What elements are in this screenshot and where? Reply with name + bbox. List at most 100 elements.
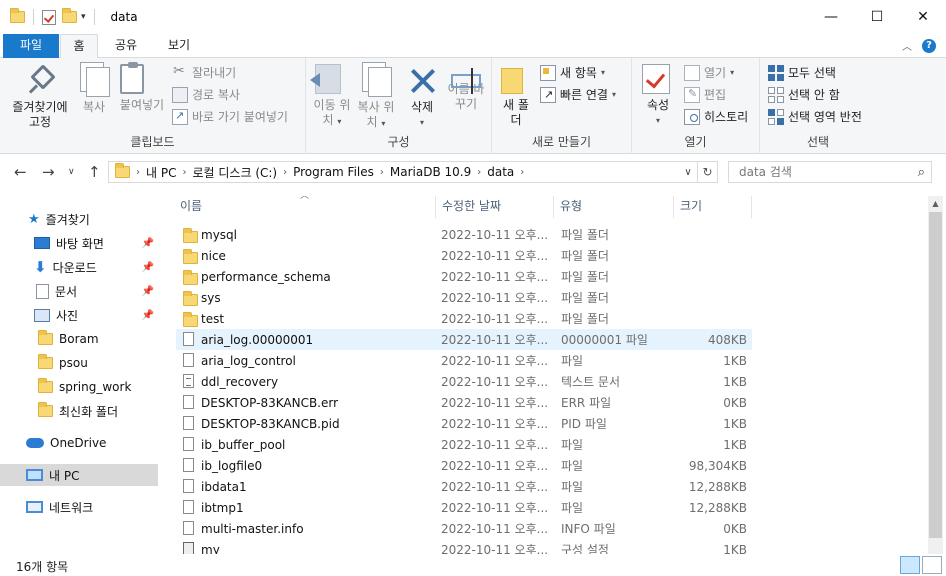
edit-button[interactable]: 편집 (684, 86, 726, 103)
tab-view[interactable]: 보기 (158, 34, 200, 58)
table-row[interactable]: multi-master.info 2022-10-11 오후... INFO 파일… (176, 518, 752, 539)
up-arrow-icon[interactable]: ↑ (88, 163, 101, 181)
file-type: 00000001 파일 (561, 333, 648, 347)
new-folder-button[interactable]: 새 폴더 (496, 64, 536, 128)
open-button[interactable]: 열기 ▾ (684, 64, 734, 81)
sidebar-item-onedrive[interactable]: OneDrive (0, 432, 160, 454)
refresh-icon[interactable]: ↻ (697, 162, 717, 182)
sidebar-item-desktop[interactable]: 바탕 화면 📌 (0, 232, 160, 254)
sidebar-item-label: 네트워크 (49, 500, 94, 515)
table-row[interactable]: ib_buffer_pool 2022-10-11 오후... 파일 1KB (176, 434, 752, 455)
chevron-right-icon[interactable]: › (477, 167, 481, 178)
search-input[interactable]: data 검색 ⌕ (728, 161, 932, 183)
tab-home[interactable]: 홈 (60, 34, 98, 59)
address-history-dropdown-icon[interactable]: ∨ (679, 167, 697, 178)
table-row[interactable]: nice 2022-10-11 오후... 파일 폴더 (176, 245, 752, 266)
file-type: 파일 폴더 (561, 291, 609, 305)
new-folder-icon[interactable] (62, 8, 77, 23)
file-name: multi-master.info (201, 521, 304, 536)
column-header-date[interactable]: 수정한 날짜 (436, 196, 554, 218)
select-none-button[interactable]: 선택 안 함 (768, 86, 840, 103)
properties-dropdown-icon[interactable]: ▾ (640, 113, 676, 128)
delete-button[interactable]: 삭제 ▾ (402, 64, 442, 130)
file-size: 1KB (723, 374, 747, 389)
close-button[interactable]: ✕ (900, 0, 946, 34)
sidebar-item-spring-work[interactable]: spring_work (0, 376, 160, 398)
history-button[interactable]: 히스토리 (684, 108, 748, 125)
sidebar-item-boram[interactable]: Boram (0, 328, 160, 350)
paste-button[interactable]: 붙여넣기 (116, 62, 168, 113)
properties-icon[interactable] (42, 9, 56, 25)
new-item-button[interactable]: 새 항목 ▾ (540, 64, 605, 81)
table-row[interactable]: ib_logfile0 2022-10-11 오후... 파일 98,304KB (176, 455, 752, 476)
sidebar-item-this-pc[interactable]: 내 PC (0, 464, 158, 486)
table-row[interactable]: sys 2022-10-11 오후... 파일 폴더 (176, 287, 752, 308)
minimize-button[interactable]: — (808, 0, 854, 34)
address-bar[interactable]: › 내 PC › 로컬 디스크 (C:) › Program Files › M… (108, 161, 718, 183)
move-to-label: 이동 위치 ▾ (313, 98, 351, 127)
column-header-size[interactable]: 크기 (674, 196, 752, 218)
sidebar-item-network[interactable]: 네트워크 (0, 496, 160, 518)
large-icons-view-icon[interactable] (922, 556, 942, 574)
breadcrumb-mariadb[interactable]: MariaDB 10.9 (390, 165, 471, 179)
scrollbar-thumb[interactable] (929, 212, 942, 538)
breadcrumb-data[interactable]: data (487, 165, 514, 179)
move-to-button[interactable]: 이동 위치 ▾ (310, 64, 352, 129)
invert-selection-button[interactable]: 선택 영역 반전 (768, 108, 862, 125)
paste-shortcut-button[interactable]: 바로 가기 붙여넣기 (172, 108, 288, 125)
column-header-type[interactable]: 유형 (554, 196, 674, 218)
easy-access-button[interactable]: 빠른 연결 ▾ (540, 86, 616, 103)
table-row[interactable]: mysql 2022-10-11 오후... 파일 폴더 (176, 224, 752, 245)
breadcrumb-this-pc[interactable]: 내 PC (146, 164, 176, 181)
chevron-right-icon[interactable]: › (520, 167, 524, 178)
table-row[interactable]: DESKTOP-83KANCB.pid 2022-10-11 오후... PID 파… (176, 413, 752, 434)
breadcrumb-program-files[interactable]: Program Files (293, 165, 374, 179)
table-row[interactable]: DESKTOP-83KANCB.err 2022-10-11 오후... ERR 파… (176, 392, 752, 413)
select-all-button[interactable]: 모두 선택 (768, 64, 836, 81)
tab-share[interactable]: 공유 (105, 34, 147, 58)
table-row[interactable]: my 2022-10-11 오후... 구성 설정 1KB (176, 539, 752, 554)
sidebar-item-quick-access[interactable]: ★ 즐겨찾기 (0, 208, 160, 230)
details-view-icon[interactable] (900, 556, 920, 574)
copy-path-button[interactable]: 경로 복사 (172, 86, 240, 103)
file-name: DESKTOP-83KANCB.pid (201, 416, 340, 431)
table-row[interactable]: performance_schema 2022-10-11 오후... 파일 폴더 (176, 266, 752, 287)
file-type: 파일 (561, 480, 584, 494)
table-row[interactable]: aria_log_control 2022-10-11 오후... 파일 1KB (176, 350, 752, 371)
sidebar-item-documents[interactable]: 문서 📌 (0, 280, 160, 302)
sidebar-item-psou[interactable]: psou (0, 352, 160, 374)
table-row[interactable]: ibtmp1 2022-10-11 오후... 파일 12,288KB (176, 497, 752, 518)
table-row[interactable]: aria_log.00000001 2022-10-11 오후... 0000000… (176, 329, 752, 350)
customize-toolbar-icon[interactable]: ▾ (81, 12, 86, 22)
copy-to-button[interactable]: 복사 위치 ▾ (356, 62, 396, 131)
table-row[interactable]: ddl_recovery 2022-10-11 오후... 텍스트 문서 1KB (176, 371, 752, 392)
recent-locations-icon[interactable]: ∨ (68, 167, 75, 177)
sidebar-item-recent-folder[interactable]: 최신화 폴더 (0, 400, 160, 422)
table-row[interactable]: test 2022-10-11 오후... 파일 폴더 (176, 308, 752, 329)
column-header-name[interactable]: 이름 (174, 196, 436, 218)
chevron-right-icon[interactable]: › (380, 167, 384, 178)
delete-dropdown-icon[interactable]: ▾ (402, 115, 442, 130)
copy-button[interactable]: 복사 (76, 62, 112, 115)
tab-file[interactable]: 파일 (3, 34, 59, 58)
search-icon[interactable]: ⌕ (918, 163, 925, 183)
properties-button[interactable]: 속성 ▾ (640, 64, 676, 128)
chevron-right-icon[interactable]: › (182, 167, 186, 178)
pin-quick-access-button[interactable]: 즐겨찾기에 고정 (6, 64, 74, 130)
chevron-right-icon[interactable]: › (136, 167, 140, 178)
rename-button[interactable]: 이름 바꾸기 (444, 64, 488, 112)
back-arrow-icon[interactable]: ← (14, 163, 27, 181)
cut-button[interactable]: 잘라내기 (172, 63, 236, 81)
vertical-scrollbar[interactable]: ▲ (928, 196, 943, 554)
sidebar-item-downloads[interactable]: ⬇ 다운로드 📌 (0, 256, 160, 278)
sidebar-item-pictures[interactable]: 사진 📌 (0, 304, 160, 326)
new-group-label: 새로 만들기 (531, 135, 591, 149)
chevron-right-icon[interactable]: › (283, 167, 287, 178)
breadcrumb-local-disk[interactable]: 로컬 디스크 (C:) (192, 164, 277, 181)
help-icon[interactable]: ? (922, 38, 936, 53)
forward-arrow-icon[interactable]: → (42, 163, 55, 181)
table-row[interactable]: ibdata1 2022-10-11 오후... 파일 12,288KB (176, 476, 752, 497)
scroll-up-icon[interactable]: ▲ (928, 196, 943, 211)
collapse-ribbon-icon[interactable]: ︿ (902, 38, 912, 53)
maximize-button[interactable]: ☐ (854, 0, 900, 34)
